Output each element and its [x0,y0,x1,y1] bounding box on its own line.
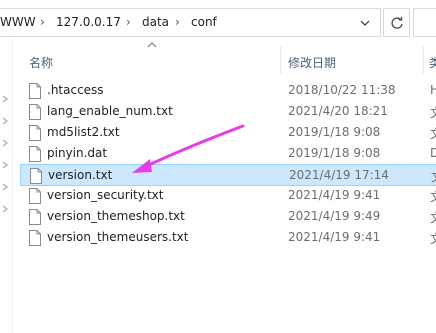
file-type: 文 [430,125,436,142]
file-modified-date: 2021/4/19 9:41 [288,188,381,202]
file-name: version_security.txt [47,188,164,202]
document-icon [29,188,41,204]
expand-arrow-icon[interactable] [1,95,9,103]
file-row[interactable]: .htaccess 2018/10/22 11:38 H [20,80,436,102]
file-row[interactable]: md5list2.txt 2019/1/18 9:08 文 [20,122,436,144]
column-divider[interactable] [423,46,424,74]
refresh-icon [390,16,403,29]
file-name: version_themeusers.txt [47,230,189,244]
file-name: .htaccess [47,83,104,97]
column-header-modified[interactable]: 修改日期 [288,54,336,71]
document-icon [29,230,41,246]
file-row[interactable]: version_themeusers.txt 2021/4/19 9:41 文 [20,227,436,249]
file-type: 文 [430,104,436,121]
file-row[interactable]: pinyin.dat 2019/1/18 9:08 D [20,143,436,165]
file-name: md5list2.txt [47,125,120,139]
file-modified-date: 2018/10/22 11:38 [288,83,396,97]
address-history-dropdown[interactable] [353,13,377,33]
document-icon [29,209,41,225]
refresh-button[interactable] [383,8,410,37]
file-modified-date: 2021/4/19 9:49 [288,209,381,223]
breadcrumb-separator: › [126,15,131,29]
breadcrumb-conf[interactable]: conf [191,15,217,29]
file-row[interactable]: lang_enable_num.txt 2021/4/20 18:21 文 [20,101,436,123]
file-type: D [430,146,436,160]
file-type: 文 [430,209,436,226]
sort-ascending-icon [147,42,157,48]
file-modified-date: 2021/4/19 9:41 [288,230,381,244]
file-modified-date: 2019/1/18 9:08 [288,125,381,139]
file-row[interactable]: version.txt 2021/4/19 17:14 文 [20,164,436,186]
file-name: pinyin.dat [47,146,108,160]
expand-arrow-icon[interactable] [1,117,9,125]
file-type: 文 [430,230,436,247]
document-icon [29,125,41,141]
document-icon [29,146,41,162]
expand-arrow-icon[interactable] [1,139,9,147]
file-modified-date: 2021/4/20 18:21 [288,104,388,118]
column-divider[interactable] [280,46,281,74]
file-name: version.txt [48,168,113,182]
chevron-down-icon [360,20,370,26]
column-header-name[interactable]: 名称 [29,54,53,71]
document-icon [29,104,41,120]
file-type: H [430,83,436,97]
expand-arrow-icon[interactable] [1,205,9,213]
address-bar[interactable]: WWW › 127.0.0.17 › data › conf [0,8,381,37]
navigation-pane-edge [0,38,13,333]
document-icon [29,83,41,99]
breadcrumb-data[interactable]: data [142,15,169,29]
breadcrumb-separator: › [175,15,180,29]
document-icon [30,168,42,184]
file-name: version_themeshop.txt [47,209,185,223]
search-input[interactable] [413,8,436,37]
file-name: lang_enable_num.txt [47,104,173,118]
column-header-type[interactable]: 类 [429,54,436,71]
breadcrumb-separator: › [40,15,45,29]
file-modified-date: 2021/4/19 17:14 [289,168,389,182]
file-row[interactable]: version_security.txt 2021/4/19 9:41 文 [20,185,436,207]
breadcrumb-www[interactable]: WWW [0,15,36,29]
file-type: 文 [431,168,436,185]
expand-arrow-icon[interactable] [1,183,9,191]
expand-arrow-icon[interactable] [1,161,9,169]
breadcrumb-host[interactable]: 127.0.0.17 [56,15,121,29]
file-modified-date: 2019/1/18 9:08 [288,146,381,160]
file-row[interactable]: version_themeshop.txt 2021/4/19 9:49 文 [20,206,436,228]
file-type: 文 [430,188,436,205]
